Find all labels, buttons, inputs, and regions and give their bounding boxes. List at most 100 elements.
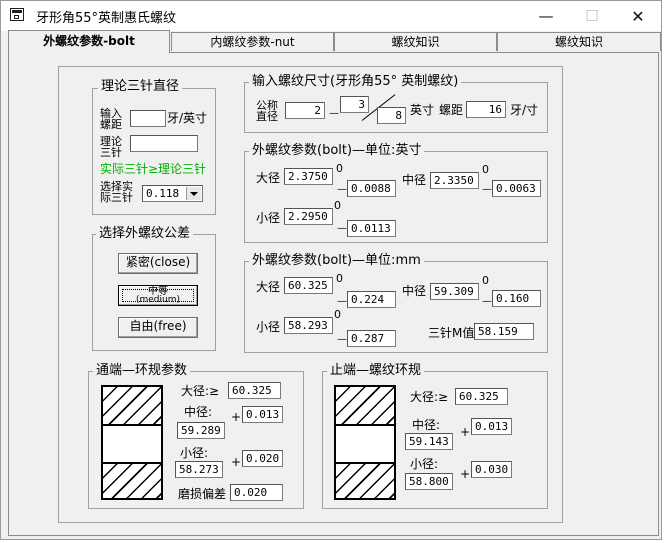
go-pitch-value: 59.289 <box>177 422 225 439</box>
inch-minor-lower: 0.0113 <box>347 220 396 237</box>
input-pitch-unit: 牙/寸 <box>510 103 539 117</box>
wear-label: 磨损偏差 <box>178 487 227 501</box>
mm-major-dash: — <box>337 296 347 307</box>
nogo-pitch-plus: + <box>460 425 471 439</box>
pitch-label-2: 螺距 <box>100 118 122 131</box>
nominal-label-2: 直径 <box>256 110 278 123</box>
nogo-gauge-bottom-section <box>336 464 394 498</box>
inch-minor-upper: 0 <box>334 199 341 212</box>
tab-knowledge-2[interactable]: 螺纹知识 <box>497 32 661 51</box>
nogo-minor-plus: + <box>460 467 471 481</box>
mm-pitch-label: 中径 <box>402 284 427 298</box>
mm-minor-lower: 0.287 <box>347 330 396 347</box>
close-fit-button[interactable]: 紧密(close) <box>118 253 198 274</box>
bolt-mm-title: 外螺纹参数(bolt)—单位:mm <box>249 253 424 269</box>
inch-major-label: 大径 <box>256 171 281 185</box>
m-value-output: 58.159 <box>474 323 534 340</box>
input-pitch-field[interactable]: 16 <box>466 101 506 118</box>
nogo-gauge-top-section <box>336 387 394 424</box>
nogo-major-label: 大径:≥ <box>410 390 449 404</box>
input-pitch-label: 螺距 <box>439 103 464 117</box>
wire-note: 实际三针≥理论三针 <box>100 162 207 176</box>
go-minor-label: 小径: <box>180 446 209 460</box>
theory-label-2: 三针 <box>100 146 122 159</box>
nogo-pitch-label: 中径: <box>412 418 441 432</box>
go-minor-tolerance: 0.020 <box>242 450 283 467</box>
three-wire-title: 理论三针直径 <box>98 79 183 95</box>
inch-pitch-lower: 0.0063 <box>492 180 541 197</box>
inch-pitch-dash: — <box>482 184 492 195</box>
mm-major-lower: 0.224 <box>347 291 396 308</box>
m-value-label: 三针M值 <box>428 326 475 340</box>
inch-minor-value: 2.2950 <box>284 208 333 225</box>
bolt-inch-group <box>244 151 548 243</box>
go-pitch-tolerance: 0.013 <box>242 406 283 423</box>
go-gauge-drawing <box>101 385 163 500</box>
tab-bolt[interactable]: 外螺纹参数-bolt <box>8 30 170 53</box>
numerator-input[interactable]: 3 <box>340 96 369 113</box>
input-size-title: 输入螺纹尺寸(牙形角55° 英制螺纹) <box>249 74 462 90</box>
mm-pitch-upper: 0 <box>482 274 489 287</box>
window-title: 牙形角55°英制惠氏螺纹 <box>36 11 177 26</box>
go-major-label: 大径:≥ <box>181 384 220 398</box>
mm-pitch-value: 59.309 <box>430 283 479 300</box>
inch-major-upper: 0 <box>336 162 343 175</box>
nogo-major-value: 60.325 <box>455 388 508 405</box>
nogo-pitch-tolerance: 0.013 <box>471 418 512 435</box>
medium-label-2: (medium) <box>135 295 180 305</box>
nogo-minor-value: 58.800 <box>405 473 453 490</box>
nogo-minor-tolerance: 0.030 <box>471 461 512 478</box>
mm-pitch-lower: 0.160 <box>492 290 541 307</box>
whole-inch-input[interactable]: 2 <box>285 102 325 119</box>
mm-major-upper: 0 <box>336 272 343 285</box>
go-minor-value: 58.273 <box>175 461 223 478</box>
inch-major-value: 2.3750 <box>284 168 333 185</box>
bolt-inch-title: 外螺纹参数(bolt)—单位:英寸 <box>249 143 425 159</box>
inch-pitch-label: 中径 <box>402 173 427 187</box>
tab-knowledge-1[interactable]: 螺纹知识 <box>334 32 497 51</box>
tolerance-title: 选择外螺纹公差 <box>96 226 194 242</box>
go-minor-plus: + <box>231 455 242 469</box>
nogo-pitch-value: 59.143 <box>405 433 453 450</box>
mm-minor-value: 58.293 <box>284 317 333 334</box>
tab-nut[interactable]: 内螺纹参数-nut <box>171 32 334 51</box>
minimize-button[interactable]: — <box>523 1 569 31</box>
inch-pitch-value: 2.3350 <box>430 172 479 189</box>
theory-wire-output <box>130 135 198 152</box>
close-button[interactable]: ✕ <box>615 1 661 31</box>
dash-separator: — <box>329 108 339 119</box>
mm-minor-label: 小径 <box>256 320 281 334</box>
wire-select[interactable]: 0.118 <box>142 185 203 202</box>
go-gauge-title: 通端—环规参数 <box>93 363 191 379</box>
go-gauge-bottom-section <box>103 464 161 498</box>
app-icon <box>10 8 24 21</box>
inch-major-lower: 0.0088 <box>347 180 396 197</box>
wear-value: 0.020 <box>230 484 283 501</box>
mm-major-value: 60.325 <box>284 277 333 294</box>
inch-pitch-upper: 0 <box>482 163 489 176</box>
pitch-input[interactable] <box>130 110 166 127</box>
mm-minor-dash: — <box>337 334 347 345</box>
go-pitch-label: 中径: <box>184 405 213 419</box>
medium-fit-button[interactable]: 中等 (medium) <box>118 285 198 306</box>
mm-major-label: 大径 <box>256 280 281 294</box>
denominator-input[interactable]: 8 <box>377 107 406 124</box>
nogo-gauge-drawing <box>334 385 396 500</box>
go-pitch-plus: + <box>231 410 242 424</box>
select-wire-label-2: 际三针 <box>100 191 133 204</box>
wire-select-value: 0.118 <box>146 187 180 200</box>
pitch-unit-label: 牙/英寸 <box>167 111 208 125</box>
nogo-gauge-mid-section <box>336 424 394 464</box>
mm-pitch-dash: — <box>482 296 492 307</box>
free-fit-button[interactable]: 自由(free) <box>118 317 198 338</box>
go-gauge-top-section <box>103 387 161 424</box>
nogo-gauge-title: 止端—螺纹环规 <box>327 363 425 379</box>
inch-major-dash: — <box>337 184 347 195</box>
go-major-value: 60.325 <box>228 382 281 399</box>
go-gauge-mid-section <box>103 424 161 464</box>
mm-minor-upper: 0 <box>334 308 341 321</box>
inch-label: 英寸 <box>410 103 435 117</box>
nogo-minor-label: 小径: <box>410 457 439 471</box>
maximize-button[interactable]: ☐ <box>569 1 615 31</box>
chevron-down-icon[interactable] <box>186 187 201 200</box>
